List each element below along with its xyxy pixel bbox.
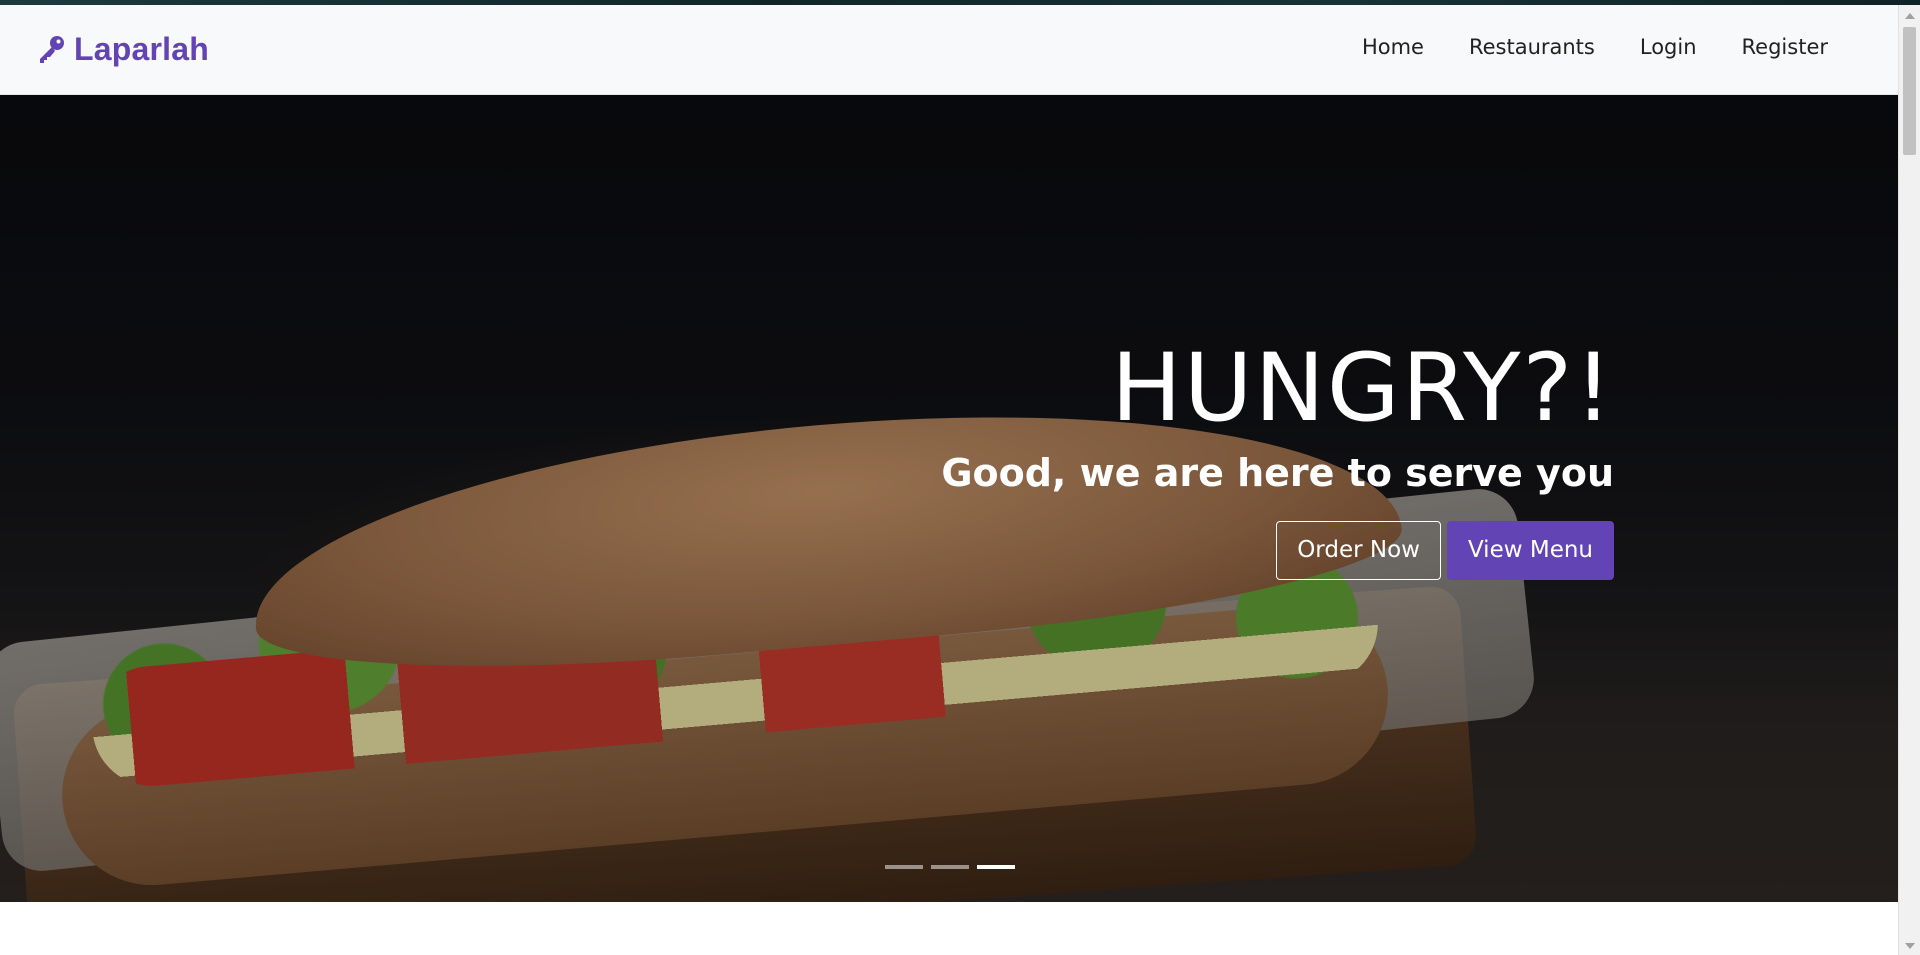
carousel-indicator-3[interactable] (977, 865, 1015, 869)
hero-headline: HUNGRY?! (1111, 334, 1614, 443)
order-now-button[interactable]: Order Now (1276, 521, 1441, 581)
scroll-up-icon[interactable] (1905, 13, 1915, 19)
nav-links: Home Restaurants Login Register (1317, 35, 1828, 59)
nav-link-login[interactable]: Login (1640, 35, 1697, 59)
carousel-indicators (885, 865, 1015, 869)
brand-logo[interactable]: Laparlah (34, 31, 209, 68)
hero-buttons: Order Now View Menu (941, 521, 1614, 581)
hero-caption: HUNGRY?! Good, we are here to serve you … (941, 334, 1614, 581)
hero-subline: Good, we are here to serve you (941, 451, 1614, 496)
hero-carousel: HUNGRY?! Good, we are here to serve you … (0, 95, 1898, 902)
scroll-thumb[interactable] (1903, 27, 1916, 155)
view-menu-button[interactable]: View Menu (1446, 521, 1614, 581)
vertical-scrollbar[interactable] (1898, 5, 1920, 955)
brand-name: Laparlah (74, 31, 209, 67)
nav-link-restaurants[interactable]: Restaurants (1469, 35, 1595, 59)
scroll-down-icon[interactable] (1905, 943, 1915, 949)
key-icon (34, 34, 66, 66)
nav-link-home[interactable]: Home (1362, 35, 1424, 59)
carousel-indicator-1[interactable] (885, 865, 923, 869)
carousel-indicator-2[interactable] (931, 865, 969, 869)
nav-link-register[interactable]: Register (1742, 35, 1828, 59)
navbar: Laparlah Home Restaurants Login Register (0, 5, 1898, 95)
page-content-below (0, 902, 1898, 955)
